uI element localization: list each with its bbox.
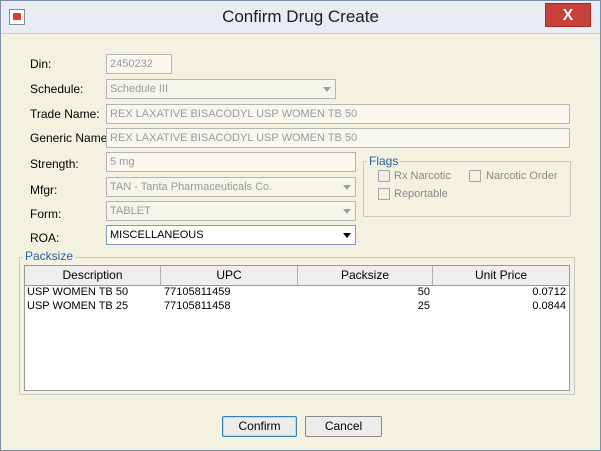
reportable-checkbox[interactable] — [378, 188, 390, 200]
rx-narcotic-label: Rx Narcotic — [394, 170, 451, 182]
strength-field[interactable]: 5 mg — [106, 152, 356, 172]
cell-upc: 77105811459 — [164, 286, 231, 298]
narcotic-order-checkbox[interactable] — [469, 170, 481, 182]
mfgr-label: Mfgr: — [30, 183, 58, 197]
packsize-table[interactable]: Description UPC Packsize Unit Price USP … — [24, 265, 570, 391]
cell-unit-price: 0.0844 — [532, 300, 566, 312]
rx-narcotic-checkbox[interactable] — [378, 170, 390, 182]
strength-label: Strength: — [30, 157, 79, 171]
din-label: Din: — [30, 57, 52, 71]
flags-title: Flags — [367, 154, 401, 168]
mfgr-select[interactable]: TAN - Tanta Pharmaceuticals Co. — [106, 177, 356, 197]
table-row[interactable]: USP WOMEN TB 50 77105811459 50 0.0712 — [25, 285, 569, 299]
dialog-title: Confirm Drug Create — [222, 7, 379, 26]
column-header-packsize[interactable]: Packsize — [298, 266, 433, 285]
generic-name-field[interactable]: REX LAXATIVE BISACODYL USP WOMEN TB 50 — [106, 128, 570, 148]
close-button[interactable]: X — [545, 3, 591, 27]
cell-upc: 77105811458 — [164, 300, 231, 312]
column-header-description[interactable]: Description — [25, 266, 161, 285]
mfgr-value: TAN - Tanta Pharmaceuticals Co. — [110, 181, 273, 193]
cell-packsize: 25 — [417, 300, 430, 312]
roa-value: MISCELLANEOUS — [110, 229, 204, 241]
cell-description: USP WOMEN TB 25 — [27, 300, 129, 312]
cell-description: USP WOMEN TB 50 — [27, 286, 129, 298]
dialog-window: Confirm Drug Create X Din: 2450232 Sched… — [0, 0, 601, 451]
cell-packsize: 50 — [417, 286, 430, 298]
roa-label: ROA: — [30, 231, 60, 245]
packsize-title: Packsize — [23, 249, 76, 263]
schedule-value: Schedule III — [110, 83, 169, 95]
column-header-unit-price[interactable]: Unit Price — [433, 266, 569, 285]
table-row[interactable]: USP WOMEN TB 25 77105811458 25 0.0844 — [25, 299, 569, 313]
generic-name-label: Generic Name: — [30, 131, 111, 145]
reportable-label: Reportable — [394, 188, 448, 200]
chevron-down-icon — [343, 209, 351, 214]
schedule-select[interactable]: Schedule III — [106, 79, 336, 99]
roa-select[interactable]: MISCELLANEOUS — [106, 225, 356, 245]
column-header-upc[interactable]: UPC — [161, 266, 298, 285]
cell-unit-price: 0.0712 — [532, 286, 566, 298]
chevron-down-icon — [343, 233, 351, 238]
chevron-down-icon — [343, 185, 351, 190]
din-field[interactable]: 2450232 — [106, 54, 172, 74]
cancel-button[interactable]: Cancel — [305, 416, 382, 437]
title-bar[interactable]: Confirm Drug Create X — [1, 1, 600, 34]
trade-name-label: Trade Name: — [30, 107, 100, 121]
form-label: Form: — [30, 207, 62, 221]
form-value: TABLET — [110, 205, 151, 217]
table-header: Description UPC Packsize Unit Price — [25, 266, 569, 286]
schedule-label: Schedule: — [30, 82, 84, 96]
narcotic-order-label: Narcotic Order — [486, 170, 558, 182]
trade-name-field[interactable]: REX LAXATIVE BISACODYL USP WOMEN TB 50 — [106, 104, 570, 124]
form-select[interactable]: TABLET — [106, 201, 356, 221]
chevron-down-icon — [323, 87, 331, 92]
confirm-button[interactable]: Confirm — [222, 416, 297, 437]
